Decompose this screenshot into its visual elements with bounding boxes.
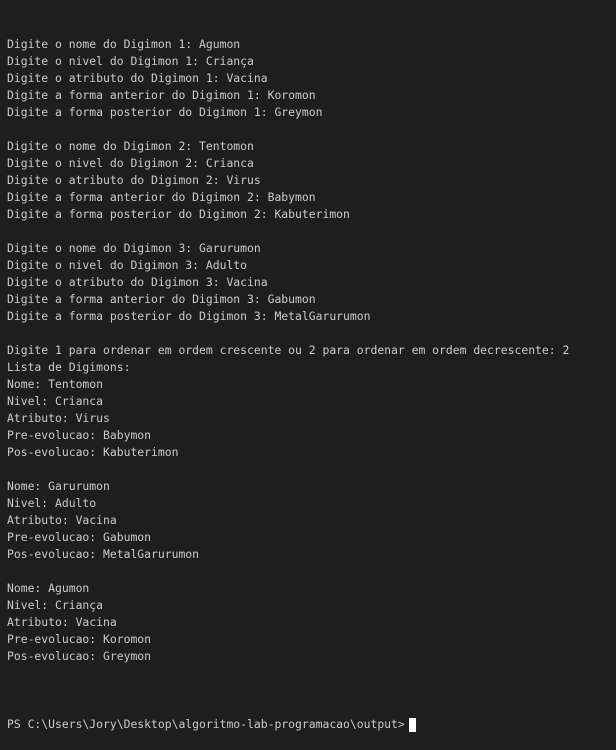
prompt-line[interactable]: PS C:\Users\Jory\Desktop\algoritmo-lab-p… (7, 716, 616, 733)
output-line: Nivel: Criança (7, 598, 104, 612)
output-line: Digite a forma anterior do Digimon 1: Ko… (7, 88, 316, 102)
output-line: Digite a forma posterior do Digimon 2: K… (7, 207, 350, 221)
terminal-lines: Digite o nome do Digimon 1: Agumon Digite… (7, 36, 616, 682)
output-line: Pos-evolucao: Greymon (7, 649, 152, 663)
output-line: Nome: Garurumon (7, 479, 110, 493)
output-line: Pos-evolucao: Kabuterimon (7, 445, 179, 459)
output-line: Digite o nivel do Digimon 1: Criança (7, 54, 254, 68)
output-line: Digite o atributo do Digimon 2: Virus (7, 173, 261, 187)
output-line: Digite o nome do Digimon 1: Agumon (7, 37, 241, 51)
output-line: Pos-evolucao: MetalGarurumon (7, 547, 200, 561)
output-line: Nivel: Crianca (7, 394, 104, 408)
output-line: Pre-evolucao: Gabumon (7, 530, 152, 544)
output-line: Digite o nivel do Digimon 3: Adulto (7, 258, 248, 272)
output-line: Digite o nome do Digimon 3: Garurumon (7, 241, 261, 255)
output-line: Nome: Tentomon (7, 377, 104, 391)
output-line: Digite o nivel do Digimon 2: Crianca (7, 156, 254, 170)
output-line: Nivel: Adulto (7, 496, 97, 510)
output-line: Digite a forma anterior do Digimon 2: Ba… (7, 190, 316, 204)
output-line: Atributo: Vacina (7, 513, 117, 527)
output-line: Pre-evolucao: Koromon (7, 632, 152, 646)
output-line: Nome: Agumon (7, 581, 90, 595)
output-line: Pre-evolucao: Babymon (7, 428, 152, 442)
output-line: Atributo: Virus (7, 411, 110, 425)
output-line: Digite a forma posterior do Digimon 3: M… (7, 309, 371, 323)
output-line: Digite 1 para ordenar em ordem crescente… (7, 343, 570, 357)
output-line: Digite o nome do Digimon 2: Tentomon (7, 139, 254, 153)
output-line: Atributo: Vacina (7, 615, 117, 629)
terminal-output[interactable]: Digite o nome do Digimon 1: Agumon Digite… (0, 0, 616, 732)
output-line: Digite o atributo do Digimon 1: Vacina (7, 71, 268, 85)
output-line: Lista de Digimons: (7, 360, 131, 374)
output-line: Digite a forma anterior do Digimon 3: Ga… (7, 292, 316, 306)
output-line: Digite o atributo do Digimon 3: Vacina (7, 275, 268, 289)
output-line: Digite a forma posterior do Digimon 1: G… (7, 105, 323, 119)
text-cursor (408, 717, 416, 732)
prompt-text: PS C:\Users\Jory\Desktop\algoritmo-lab-p… (7, 717, 405, 731)
